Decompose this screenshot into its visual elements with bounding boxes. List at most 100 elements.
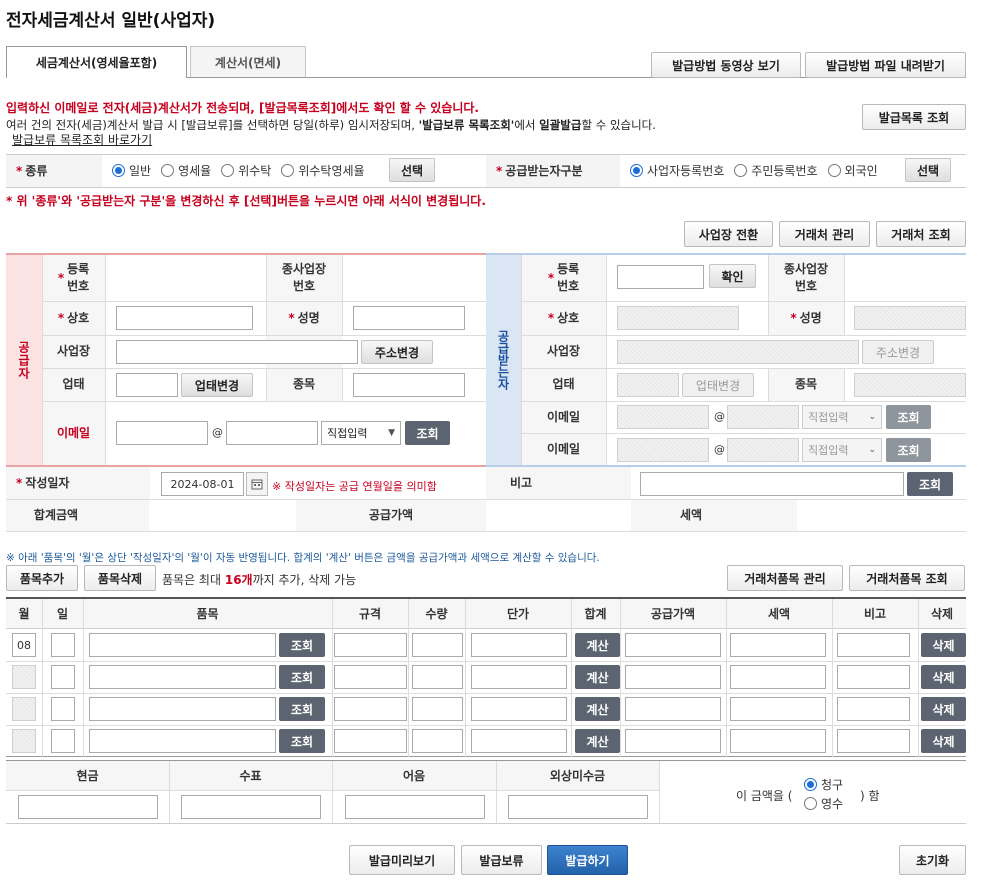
type-option-consign-zero[interactable]: 위수탁영세율: [281, 162, 365, 179]
download-guide-button[interactable]: 발급방법 파일 내려받기: [805, 52, 966, 78]
receiver-email1-select[interactable]: 직접입력 ⌄: [802, 405, 882, 429]
receiver-select-button[interactable]: 선택: [905, 158, 951, 182]
delete-item-button[interactable]: 품목삭제: [84, 565, 156, 591]
supplier-address-input[interactable]: [116, 340, 358, 364]
item-supply-input[interactable]: [625, 665, 721, 689]
receiver-email2-id-input[interactable]: [617, 438, 709, 462]
receiver-option-biz[interactable]: 사업자등록번호: [630, 162, 724, 179]
item-name-input[interactable]: [89, 633, 276, 657]
receiver-address-button[interactable]: 주소변경: [862, 340, 934, 364]
receiver-email1-domain-input[interactable]: [727, 405, 799, 429]
receiver-confirm-button[interactable]: 확인: [709, 264, 756, 288]
remark-input[interactable]: [640, 472, 904, 496]
item-delete-button[interactable]: 삭제: [921, 729, 966, 753]
add-item-button[interactable]: 품목추가: [6, 565, 78, 591]
radio-icon[interactable]: [804, 778, 817, 791]
supplier-email-domain-input[interactable]: [226, 421, 318, 445]
partner-manage-button[interactable]: 거래처 관리: [779, 221, 870, 247]
item-remark-input[interactable]: [837, 729, 910, 753]
item-spec-input[interactable]: [334, 633, 407, 657]
radio-icon[interactable]: [161, 164, 175, 177]
item-calc-button[interactable]: 계산: [575, 729, 620, 753]
payment-option-claim[interactable]: 청구: [804, 776, 843, 793]
item-search-button[interactable]: 조회: [279, 633, 325, 657]
radio-icon[interactable]: [804, 797, 817, 810]
receiver-name-input[interactable]: [854, 306, 966, 330]
receiver-address-input[interactable]: [617, 340, 859, 364]
radio-icon[interactable]: [827, 164, 841, 177]
issue-button[interactable]: 발급하기: [547, 845, 628, 875]
calendar-icon[interactable]: [246, 472, 268, 496]
hold-list-link[interactable]: 발급보류 목록조회 바로가기: [12, 131, 152, 148]
type-select-button[interactable]: 선택: [389, 158, 435, 182]
item-day-input[interactable]: [51, 697, 75, 721]
item-unit-price-input[interactable]: [471, 665, 567, 689]
video-guide-button[interactable]: 발급방법 동영상 보기: [651, 52, 801, 78]
biz-switch-button[interactable]: 사업장 전환: [684, 221, 773, 247]
radio-icon[interactable]: [734, 164, 748, 177]
receiver-option-resident[interactable]: 주민등록번호: [734, 162, 818, 179]
payment-kind-group[interactable]: 청구 영수: [804, 776, 853, 812]
receiver-email1-id-input[interactable]: [617, 405, 709, 429]
item-remark-input[interactable]: [837, 665, 910, 689]
note-input[interactable]: [345, 795, 485, 819]
item-tax-input[interactable]: [730, 665, 826, 689]
item-unit-price-input[interactable]: [471, 633, 567, 657]
item-search-button[interactable]: 조회: [279, 697, 325, 721]
receiver-biz-type-input[interactable]: [617, 373, 679, 397]
item-delete-button[interactable]: 삭제: [921, 697, 966, 721]
tab-invoice[interactable]: 계산서(면세): [190, 46, 306, 77]
reset-button[interactable]: 초기화: [899, 845, 966, 875]
partner-item-search-button[interactable]: 거래처품목 조회: [849, 565, 965, 591]
preview-button[interactable]: 발급미리보기: [349, 845, 455, 875]
tab-tax-invoice[interactable]: 세금계산서(영세율포함): [6, 46, 187, 78]
partner-item-manage-button[interactable]: 거래처품목 관리: [727, 565, 843, 591]
item-supply-input[interactable]: [625, 633, 721, 657]
receiver-biz-item-input[interactable]: [854, 373, 966, 397]
receiver-email2-search-button[interactable]: 조회: [886, 438, 931, 462]
partner-search-button[interactable]: 거래처 조회: [876, 221, 966, 247]
item-qty-input[interactable]: [412, 697, 463, 721]
type-option-zero-rate[interactable]: 영세율: [161, 162, 211, 179]
receiver-type-radio-group[interactable]: 사업자등록번호 주민등록번호 외국인: [630, 162, 888, 179]
type-radio-group[interactable]: 일반 영세율 위수탁 위수탁영세율: [112, 162, 375, 179]
supplier-address-button[interactable]: 주소변경: [361, 340, 433, 364]
credit-input[interactable]: [508, 795, 648, 819]
radio-icon[interactable]: [221, 164, 235, 177]
item-supply-input[interactable]: [625, 729, 721, 753]
item-spec-input[interactable]: [334, 729, 407, 753]
item-day-input[interactable]: [51, 633, 75, 657]
item-calc-button[interactable]: 계산: [575, 665, 620, 689]
radio-icon[interactable]: [281, 164, 295, 177]
radio-icon[interactable]: [112, 164, 125, 177]
hold-button[interactable]: 발급보류: [461, 845, 542, 875]
item-delete-button[interactable]: 삭제: [921, 633, 966, 657]
type-option-general[interactable]: 일반: [112, 162, 151, 179]
cash-input[interactable]: [18, 795, 158, 819]
item-name-input[interactable]: [89, 729, 276, 753]
issue-date-input[interactable]: 2024-08-01: [161, 472, 244, 496]
item-tax-input[interactable]: [730, 697, 826, 721]
item-qty-input[interactable]: [412, 665, 463, 689]
receiver-reg-no-input[interactable]: [617, 265, 704, 289]
supplier-email-id-input[interactable]: [116, 421, 208, 445]
receiver-biz-type-button[interactable]: 업태변경: [682, 373, 754, 397]
supplier-biz-type-input[interactable]: [116, 373, 178, 397]
type-option-consign[interactable]: 위수탁: [221, 162, 271, 179]
item-qty-input[interactable]: [412, 729, 463, 753]
receiver-email1-search-button[interactable]: 조회: [886, 405, 931, 429]
supplier-company-input[interactable]: [116, 306, 253, 330]
remark-search-button[interactable]: 조회: [907, 472, 953, 496]
supplier-email-search-button[interactable]: 조회: [405, 421, 450, 445]
item-spec-input[interactable]: [334, 665, 407, 689]
receiver-email2-domain-input[interactable]: [727, 438, 799, 462]
receiver-email2-select[interactable]: 직접입력 ⌄: [802, 438, 882, 462]
supplier-name-input[interactable]: [353, 306, 465, 330]
receiver-company-input[interactable]: [617, 306, 739, 330]
item-remark-input[interactable]: [837, 633, 910, 657]
item-delete-button[interactable]: 삭제: [921, 665, 966, 689]
item-calc-button[interactable]: 계산: [575, 633, 620, 657]
item-spec-input[interactable]: [334, 697, 407, 721]
issue-list-button[interactable]: 발급목록 조회: [862, 104, 966, 130]
radio-icon[interactable]: [630, 164, 643, 177]
